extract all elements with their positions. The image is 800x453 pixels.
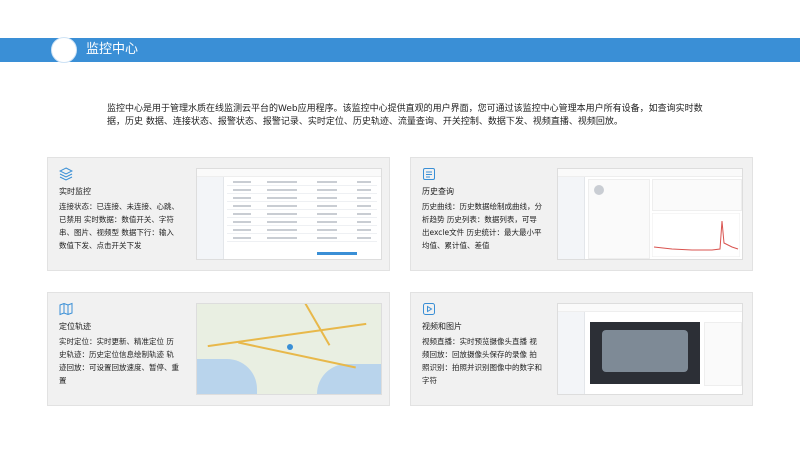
video-screenshot [557,303,743,395]
card-title: 实时监控 [59,187,91,196]
realtime-screenshot [196,168,382,260]
intro-paragraph: 监控中心是用于管理水质在线监测云平台的Web应用程序。该监控中心提供直观的用户界… [107,104,703,127]
card-title: 视频和图片 [422,322,462,331]
layers-icon [59,167,73,181]
document-chart-icon [423,168,435,180]
card-video-images: 视频和图片 视频直播：实时预览摄像头直播 视频回放：回放摄像头保存的录像 拍照识… [410,292,753,406]
card-title: 历史查询 [422,187,454,196]
card-description: 实时定位：实时更新、精准定位 历史轨迹：历史定位信息绘制轨迹 轨迹回放：可设置回… [59,337,179,385]
card-location-track: 定位轨迹 实时定位：实时更新、精准定位 历史轨迹：历史定位信息绘制轨迹 轨迹回放… [47,292,390,406]
map-icon [59,302,73,316]
page-title: 监控中心 [86,42,139,57]
card-description: 连接状态：已连接、未连接、心跳、已禁用 实时数据：数值开关、字符串、图片、视频型… [59,202,179,250]
header-circle-icon [51,37,77,63]
card-history-query: 历史查询 历史曲线：历史数据绘制成曲线，分析趋势 历史列表：数据列表，可导出ex… [410,157,753,271]
map-screenshot [196,303,382,395]
play-icon [423,303,435,315]
card-realtime-monitoring: 实时监控 连接状态：已连接、未连接、心跳、已禁用 实时数据：数值开关、字符串、图… [47,157,390,271]
history-screenshot [557,168,743,260]
card-title: 定位轨迹 [59,322,91,331]
card-description: 视频直播：实时预览摄像头直播 视频回放：回放摄像头保存的录像 拍照识别：拍照并识… [422,337,542,385]
history-curve [652,213,740,257]
card-description: 历史曲线：历史数据绘制成曲线，分析趋势 历史列表：数据列表，可导出excle文件… [422,202,542,250]
